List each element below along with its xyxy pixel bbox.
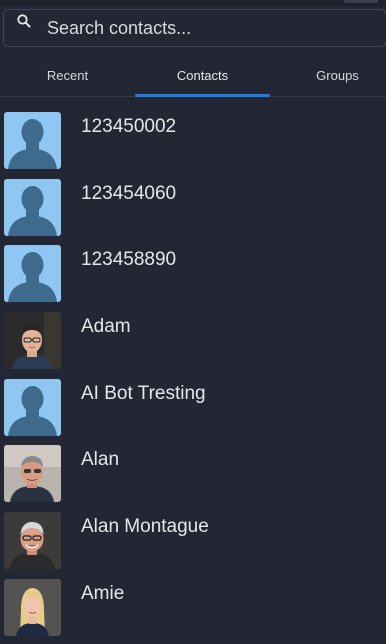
contact-row[interactable]: AI Bot Tresting <box>0 373 386 440</box>
contact-row[interactable]: 123454060 <box>0 173 386 240</box>
contact-name: 123454060 <box>81 182 177 204</box>
active-tab-indicator <box>135 94 270 97</box>
contact-name: 123450002 <box>81 116 177 137</box>
photo-avatar <box>4 512 61 570</box>
search-bar[interactable] <box>3 9 386 47</box>
contact-row[interactable]: Alan <box>0 439 386 506</box>
window-handle <box>344 0 378 3</box>
tab-groups[interactable]: Groups <box>270 55 386 96</box>
default-avatar-icon <box>4 378 61 436</box>
default-avatar-icon <box>4 178 61 236</box>
contact-name: 123458890 <box>81 249 177 271</box>
contacts-app: Recent Contacts Groups 123450002 <box>0 0 386 644</box>
contact-name: AI Bot Tresting <box>81 382 206 404</box>
tab-bar: Recent Contacts Groups <box>0 55 386 97</box>
contact-name: Alan <box>81 449 120 471</box>
contact-name: Adam <box>81 316 131 338</box>
contact-row[interactable]: Adam <box>0 306 386 373</box>
contact-list: 123450002 123454060 123458890 Adam AI Bo… <box>0 106 386 640</box>
photo-avatar <box>4 445 61 503</box>
contact-name: Alan Montague <box>81 516 209 538</box>
photo-avatar <box>4 578 61 636</box>
top-strip <box>0 0 386 6</box>
contact-row[interactable]: Alan Montague <box>0 506 386 573</box>
default-avatar-icon <box>4 112 61 169</box>
contact-row[interactable]: 123450002 <box>0 106 386 173</box>
tab-recent[interactable]: Recent <box>0 55 135 96</box>
contact-name: Amie <box>81 582 125 604</box>
contact-row[interactable]: 123458890 <box>0 239 386 306</box>
search-icon <box>16 13 32 29</box>
photo-avatar <box>4 312 61 370</box>
contact-row[interactable]: Amie <box>0 573 386 640</box>
search-input[interactable] <box>47 16 367 40</box>
tab-contacts[interactable]: Contacts <box>135 55 270 96</box>
default-avatar-icon <box>4 245 61 303</box>
